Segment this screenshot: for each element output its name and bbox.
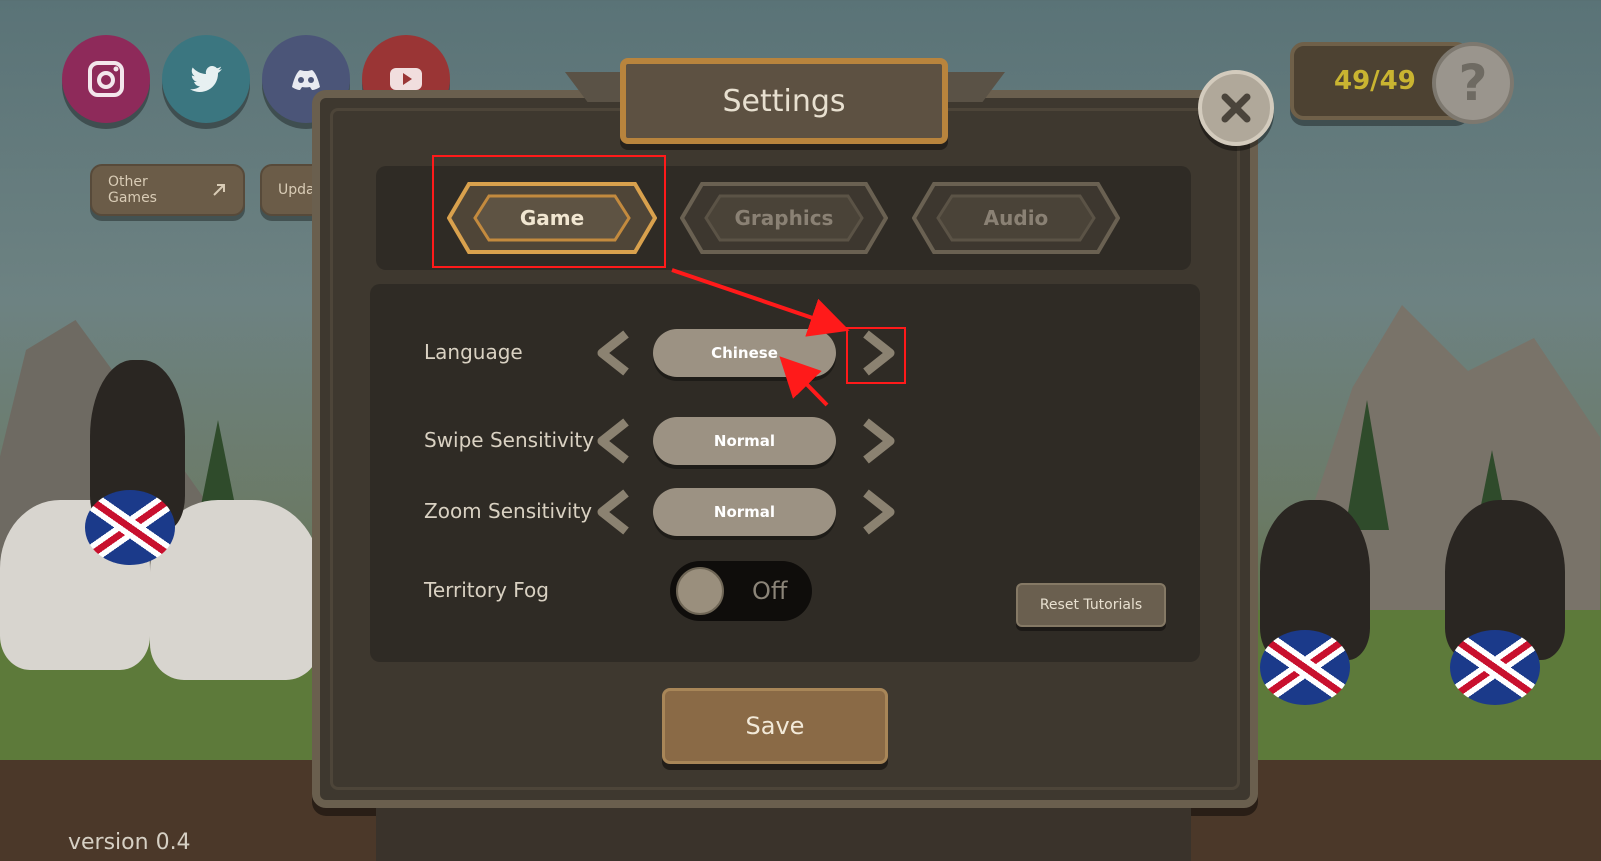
external-link-icon	[213, 184, 226, 196]
version-label: version 0.4	[68, 830, 191, 855]
save-label: Save	[745, 712, 805, 740]
dialog-title: Settings	[722, 83, 846, 119]
tab-audio-label: Audio	[983, 206, 1049, 230]
background-flag-ball	[1450, 630, 1540, 705]
zoom-sensitivity-label: Zoom Sensitivity	[424, 499, 593, 523]
highlight-next-arrow	[846, 327, 906, 384]
background-flag-ball	[1260, 630, 1350, 705]
language-label: Language	[424, 340, 523, 364]
background-flag-ball	[85, 490, 175, 565]
swipe-next-arrow-icon[interactable]	[852, 418, 898, 464]
other-games-label: Other Games	[108, 174, 157, 206]
background-tree	[1345, 400, 1389, 530]
swipe-sensitivity-value: Normal	[653, 417, 836, 465]
territory-fog-label: Territory Fog	[424, 578, 549, 602]
close-icon	[1221, 93, 1251, 123]
swipe-sensitivity-label: Swipe Sensitivity	[424, 428, 595, 452]
toggle-state-label: Off	[752, 577, 788, 605]
twitter-icon	[190, 66, 222, 92]
zoom-prev-arrow-icon[interactable]	[594, 489, 640, 535]
tab-graphics[interactable]: Graphics	[680, 182, 888, 254]
dialog-title-plate: Settings	[620, 58, 948, 144]
reset-tutorials-label: Reset Tutorials	[1039, 597, 1143, 613]
other-games-button[interactable]: Other Games	[90, 164, 245, 216]
language-prev-arrow-icon[interactable]	[594, 330, 640, 376]
tab-graphics-label: Graphics	[734, 206, 834, 230]
reset-tutorials-button[interactable]: Reset Tutorials	[1016, 583, 1166, 627]
instagram-icon	[88, 61, 124, 97]
zoom-next-arrow-icon[interactable]	[852, 489, 898, 535]
updates-label: Upda	[278, 182, 315, 198]
twitter-button[interactable]	[162, 35, 250, 123]
save-button[interactable]: Save	[662, 688, 888, 764]
zoom-sensitivity-value: Normal	[653, 488, 836, 536]
counter-value: 49/49	[1334, 66, 1416, 96]
language-value: Chinese	[653, 329, 836, 377]
zoom-sensitivity-value-text: Normal	[713, 503, 776, 521]
tab-audio[interactable]: Audio	[912, 182, 1120, 254]
instagram-button[interactable]	[62, 35, 150, 123]
territory-fog-toggle[interactable]: Off	[670, 561, 812, 621]
highlight-game-tab	[432, 155, 666, 268]
swipe-sensitivity-value-text: Normal	[713, 432, 776, 450]
language-value-text: Chinese	[711, 344, 778, 362]
close-button[interactable]	[1198, 70, 1274, 146]
dialog-bottom-strip	[376, 808, 1191, 861]
swipe-prev-arrow-icon[interactable]	[594, 418, 640, 464]
question-mark-icon: ?	[1458, 54, 1488, 112]
help-button[interactable]: ?	[1432, 42, 1514, 124]
background-horse	[150, 500, 320, 680]
toggle-knob	[676, 567, 724, 615]
